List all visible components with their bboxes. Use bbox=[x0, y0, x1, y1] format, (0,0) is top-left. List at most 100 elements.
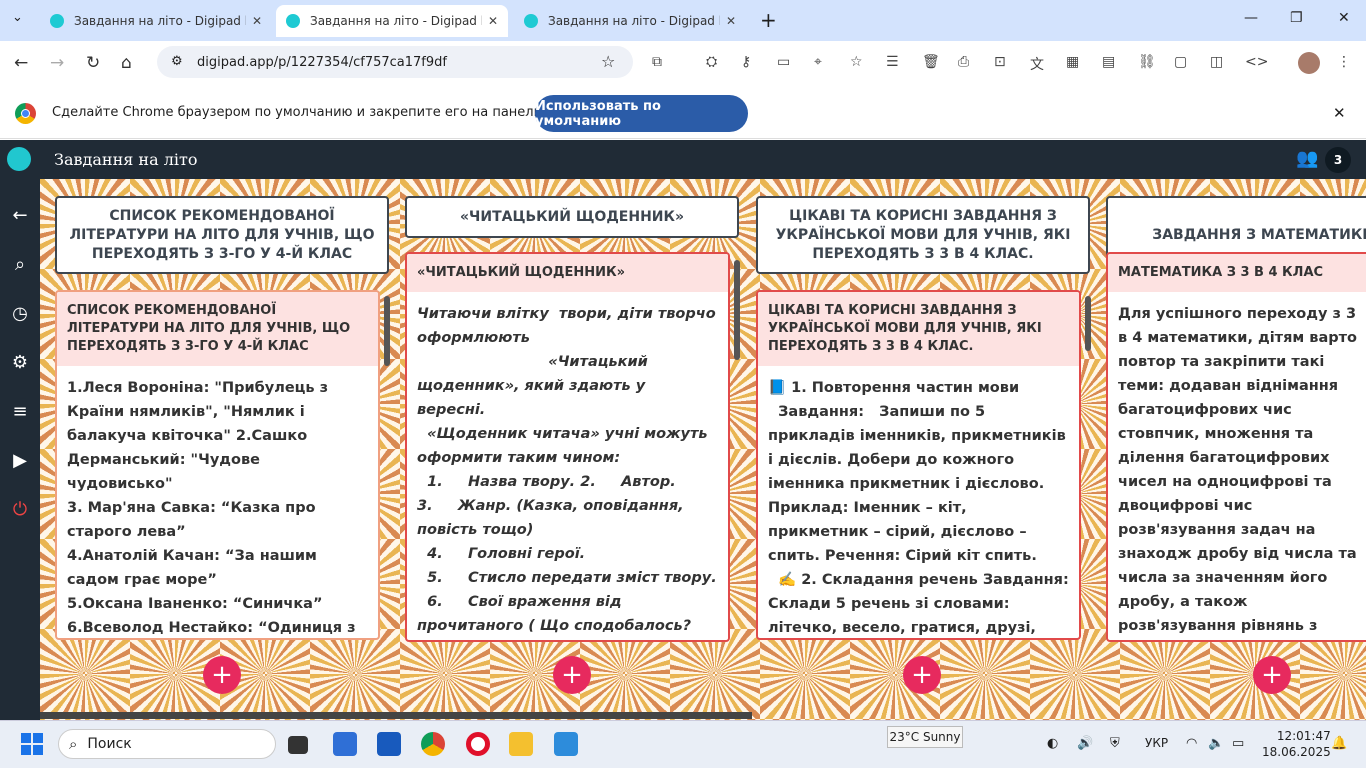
column-scrollbar[interactable] bbox=[384, 296, 390, 366]
column-scrollbar[interactable] bbox=[1085, 296, 1091, 351]
clock-time: 12:01:47 bbox=[1276, 729, 1331, 743]
card-reading-diary[interactable]: «ЧИТАЦЬКИЙ ЩОДЕННИК» Читаючи влітку твор… bbox=[405, 252, 730, 642]
wifi-icon[interactable]: ◠ bbox=[1186, 736, 1197, 751]
infobar-close-icon[interactable]: ✕ bbox=[1333, 104, 1346, 122]
windows-start-icon[interactable] bbox=[21, 733, 43, 755]
sort-icon[interactable]: ≡ bbox=[9, 401, 31, 423]
incognito-icon[interactable]: ⛭ bbox=[706, 54, 717, 70]
back-arrow-icon[interactable]: ← bbox=[9, 205, 31, 227]
page-title: Завдання на літо bbox=[54, 150, 198, 169]
key-icon[interactable]: ⚷ bbox=[741, 54, 751, 70]
site-info-icon[interactable]: ⚙ bbox=[171, 54, 183, 69]
maximize-button[interactable]: ❐ bbox=[1290, 10, 1303, 26]
bookmark-star-icon[interactable]: ☆ bbox=[601, 52, 615, 71]
card-text: Для успішного переходу з 3 в 4 математик… bbox=[1118, 306, 1357, 634]
card-icon[interactable]: ▭ bbox=[777, 54, 790, 70]
store-icon[interactable] bbox=[333, 732, 357, 756]
new-tab-button[interactable]: + bbox=[760, 8, 777, 32]
slideshow-icon[interactable]: ▶ bbox=[9, 450, 31, 472]
print-icon[interactable]: ⎙ bbox=[958, 54, 969, 70]
location-icon[interactable]: ⌖ bbox=[814, 54, 822, 70]
opera-icon[interactable] bbox=[466, 732, 490, 756]
volume-icon[interactable]: 🔊 bbox=[1077, 736, 1093, 751]
minimize-button[interactable]: — bbox=[1244, 10, 1258, 26]
reader-icon[interactable]: ▤ bbox=[1102, 54, 1115, 70]
address-bar[interactable]: ⚙ digipad.app/p/1227354/cf757ca17f9df ☆ bbox=[157, 46, 633, 78]
extensions-icon[interactable]: ⧉ bbox=[652, 54, 662, 70]
tab-close-icon[interactable]: ✕ bbox=[252, 14, 262, 28]
home-icon[interactable]: ⌂ bbox=[121, 53, 132, 73]
side-panel-icon[interactable]: ◫ bbox=[1210, 54, 1223, 70]
link-icon[interactable]: ⛓ bbox=[1138, 54, 1156, 70]
cast-icon[interactable]: ▢ bbox=[1174, 54, 1187, 70]
digipad-favicon-icon bbox=[50, 14, 64, 28]
copilot-icon[interactable]: ◐ bbox=[1047, 736, 1058, 751]
url-text: digipad.app/p/1227354/cf757ca17f9df bbox=[197, 54, 447, 70]
column-header-reading-diary[interactable]: «ЧИТАЦЬКИЙ ЩОДЕННИК» bbox=[405, 196, 739, 238]
forward-icon[interactable]: → bbox=[50, 53, 64, 73]
notification-icon[interactable]: 🔔 bbox=[1331, 736, 1347, 751]
delete-icon[interactable]: 🗑 bbox=[922, 54, 940, 70]
card-title: ЦІКАВІ ТА КОРИСНІ ЗАВДАННЯ З УКРАЇНСЬКОЇ… bbox=[758, 292, 1079, 366]
taskbar-search[interactable]: ⌕ Поиск bbox=[58, 729, 276, 759]
tab-close-icon[interactable]: ✕ bbox=[726, 14, 736, 28]
tab-search-icon[interactable]: ⌄ bbox=[12, 10, 23, 25]
weather-widget[interactable]: 23°C Sunny bbox=[887, 726, 963, 748]
digipad-favicon-icon bbox=[286, 14, 300, 28]
reading-list-icon[interactable]: ☰ bbox=[886, 54, 899, 70]
file-explorer-icon[interactable] bbox=[509, 732, 533, 756]
users-icon[interactable]: 👥 bbox=[1296, 148, 1318, 169]
search-placeholder: Поиск bbox=[87, 736, 132, 752]
search-icon[interactable]: ⌕ bbox=[9, 254, 31, 276]
task-view-icon[interactable] bbox=[288, 736, 308, 754]
screenshot-icon[interactable]: ⊡ bbox=[994, 54, 1006, 70]
reload-icon[interactable]: ↻ bbox=[86, 53, 100, 73]
tab-close-icon[interactable]: ✕ bbox=[488, 14, 498, 28]
tab-1[interactable]: Завдання на літо - Digipad by La ✕ bbox=[40, 5, 272, 37]
battery-icon[interactable]: ▭ bbox=[1232, 736, 1244, 751]
card-math[interactable]: МАТЕМАТИКА З 3 В 4 КЛАС Для успішного пе… bbox=[1106, 252, 1366, 642]
tab-2[interactable]: Завдання на літо - Digipad by La ✕ bbox=[276, 5, 508, 37]
app-header bbox=[0, 140, 1366, 179]
board-horizontal-scrollbar[interactable] bbox=[40, 712, 752, 719]
back-icon[interactable]: ← bbox=[14, 53, 28, 73]
word-icon[interactable] bbox=[377, 732, 401, 756]
clock-date: 18.06.2025 bbox=[1262, 745, 1331, 759]
tab-title: Завдання на літо - Digipad by La bbox=[548, 14, 720, 28]
avatar[interactable] bbox=[1298, 52, 1320, 74]
menu-icon[interactable]: ⋮ bbox=[1337, 54, 1351, 70]
add-card-button[interactable]: + bbox=[1253, 656, 1291, 694]
window-close-button[interactable]: ✕ bbox=[1338, 10, 1350, 26]
speaker-icon[interactable]: 🔈 bbox=[1208, 736, 1224, 751]
translate-icon[interactable]: 文 bbox=[1030, 54, 1044, 74]
chrome-logo-icon bbox=[15, 103, 36, 124]
chrome-icon[interactable] bbox=[421, 732, 445, 756]
add-card-button[interactable]: + bbox=[903, 656, 941, 694]
column-header-ukrainian[interactable]: ЦІКАВІ ТА КОРИСНІ ЗАВДАННЯ З УКРАЇНСЬКОЇ… bbox=[756, 196, 1090, 274]
language-indicator[interactable]: УКР bbox=[1145, 736, 1168, 750]
card-ukrainian[interactable]: ЦІКАВІ ТА КОРИСНІ ЗАВДАННЯ З УКРАЇНСЬКОЇ… bbox=[756, 290, 1081, 640]
card-text: Читаючи влітку твори, діти творчо оформл… bbox=[417, 306, 717, 634]
devtools-icon[interactable]: <> bbox=[1245, 54, 1268, 70]
tab-title: Завдання на літо - Digipad by La bbox=[310, 14, 482, 28]
add-card-button[interactable]: + bbox=[553, 656, 591, 694]
star-icon[interactable]: ☆ bbox=[850, 54, 863, 70]
clock[interactable]: 12:01:47 18.06.2025 bbox=[1262, 728, 1331, 760]
card-text: 1.Леся Вороніна: "Прибулець з Країни ням… bbox=[67, 380, 356, 636]
set-default-button[interactable]: Использовать по умолчанию bbox=[535, 95, 748, 132]
tab-title: Завдання на літо - Digipad by La bbox=[74, 14, 246, 28]
photos-icon[interactable] bbox=[554, 732, 578, 756]
settings-icon[interactable]: ⚙ bbox=[9, 352, 31, 374]
card-title: «ЧИТАЦЬКИЙ ЩОДЕННИК» bbox=[407, 254, 728, 292]
digipad-logo[interactable] bbox=[7, 147, 31, 171]
power-icon[interactable]: ⏻ bbox=[9, 499, 31, 521]
card-text: 📘 1. Повторення частин мови Завдання: За… bbox=[768, 380, 1069, 636]
history-icon[interactable]: ◷ bbox=[9, 303, 31, 325]
column-scrollbar[interactable] bbox=[734, 260, 740, 360]
add-card-button[interactable]: + bbox=[203, 656, 241, 694]
card-literature[interactable]: СПИСОК РЕКОМЕНДОВАНОЇ ЛІТЕРАТУРИ НА ЛІТО… bbox=[55, 290, 380, 640]
column-header-literature[interactable]: СПИСОК РЕКОМЕНДОВАНОЇ ЛІТЕРАТУРИ НА ЛІТО… bbox=[55, 196, 389, 274]
tab-3[interactable]: Завдання на літо - Digipad by La ✕ bbox=[514, 5, 746, 37]
network-icon[interactable]: ⛨ bbox=[1110, 736, 1120, 751]
qr-icon[interactable]: ▦ bbox=[1066, 54, 1079, 70]
